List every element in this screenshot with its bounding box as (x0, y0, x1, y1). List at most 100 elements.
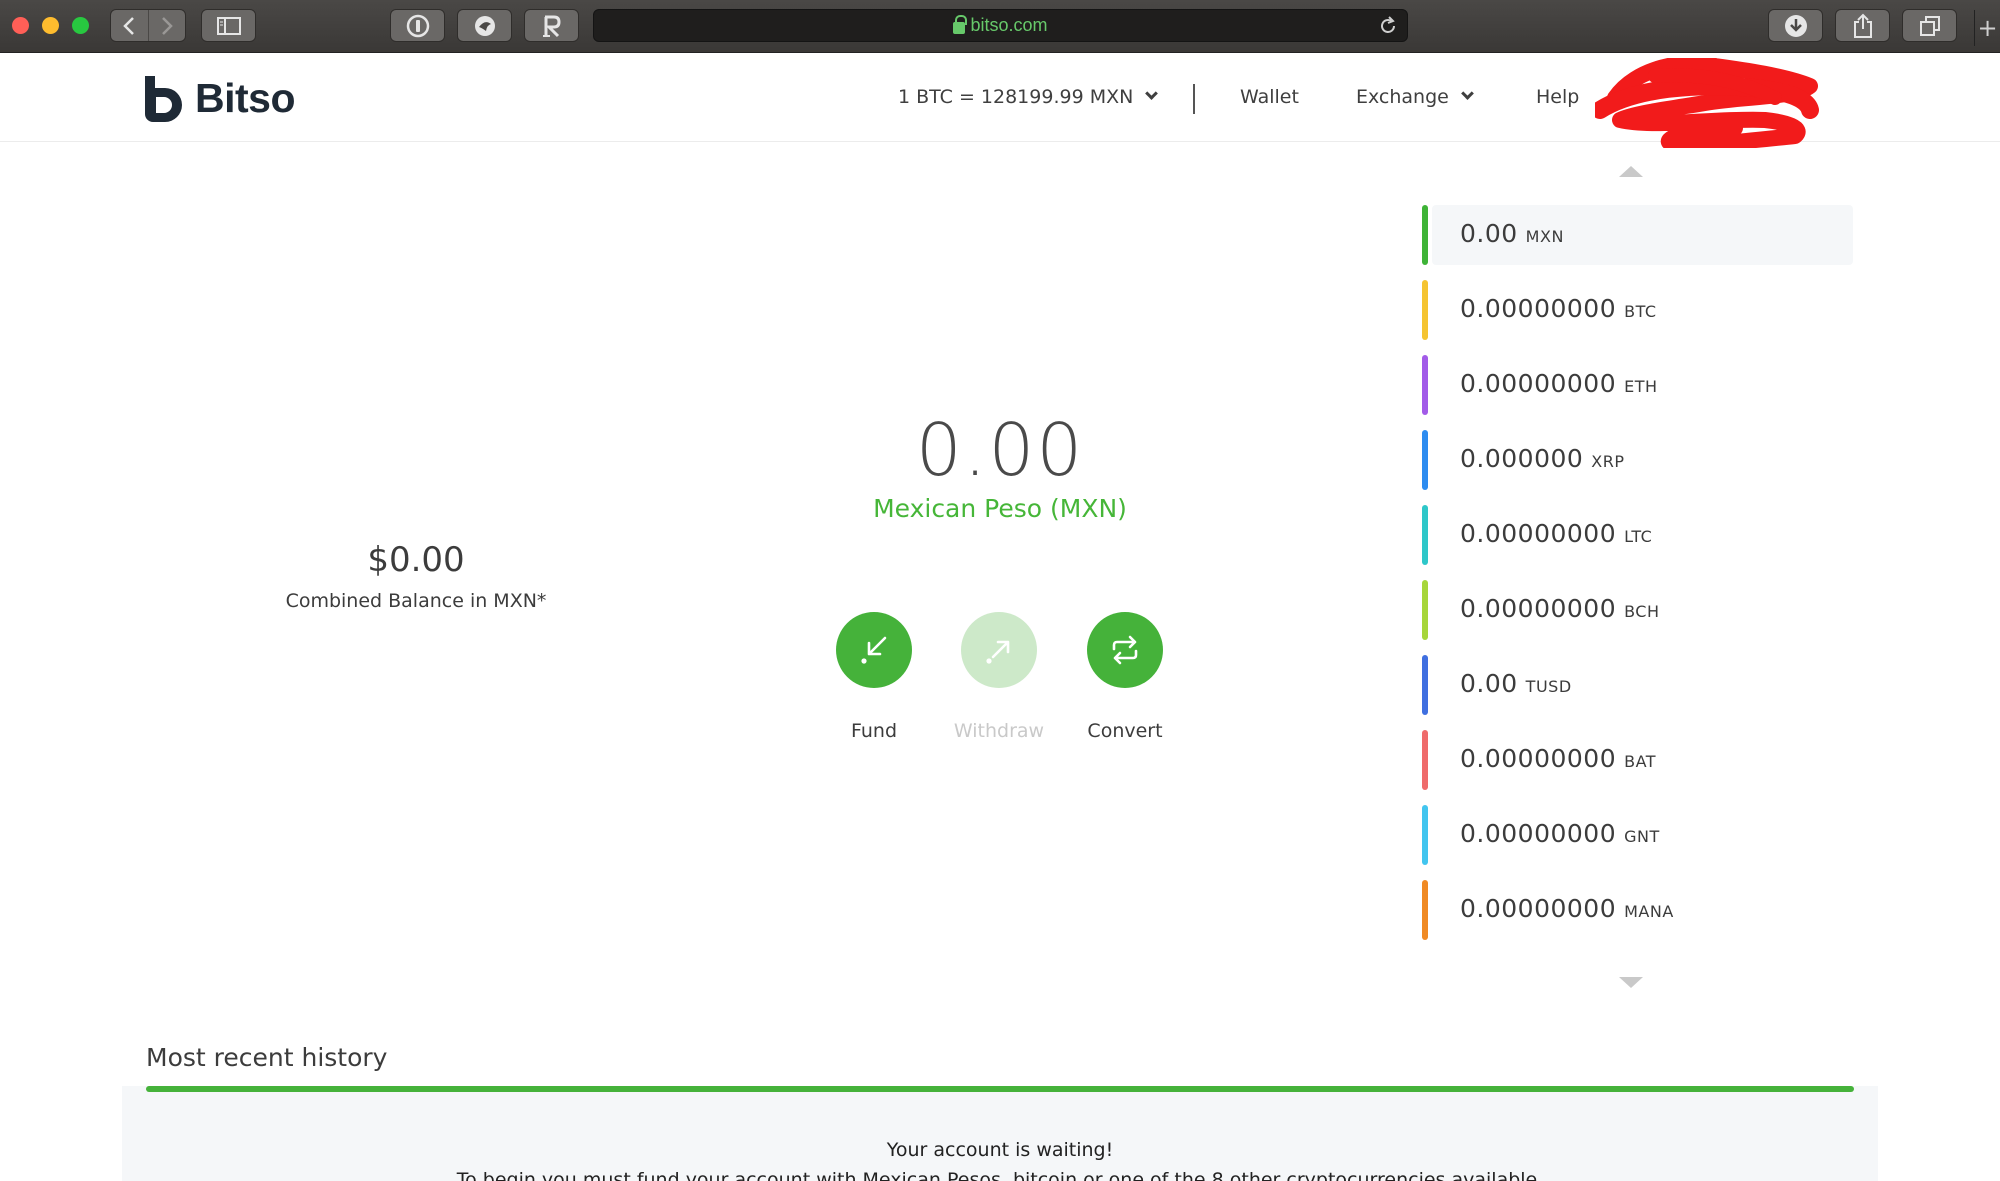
nav-help-label: Help (1536, 86, 1580, 108)
redaction-scribble (1595, 58, 1819, 148)
fund-button[interactable] (836, 612, 912, 688)
sidebar-icon (216, 16, 241, 35)
sidebar-button[interactable] (201, 9, 256, 42)
wallet-item-bat[interactable]: 0.00000000 BAT (1420, 730, 1853, 805)
wallet-item-mana[interactable]: 0.00000000 MANA (1420, 880, 1853, 955)
nav-wallet-label: Wallet (1240, 86, 1299, 108)
wallet-color-bar (1422, 505, 1428, 565)
history-panel: Your account is waiting! To begin you mu… (122, 1086, 1878, 1181)
fund-label: Fund (850, 720, 898, 742)
wallet-amount: 0.000000 (1460, 444, 1584, 473)
zoom-window-button[interactable] (72, 17, 89, 34)
scroll-up-arrow-icon[interactable] (1619, 166, 1643, 177)
arrow-out-icon (986, 640, 1010, 664)
browser-extension-button[interactable] (457, 9, 512, 42)
chevron-down-icon (1145, 86, 1159, 100)
wallet-item-btc[interactable]: 0.00000000 BTC (1420, 280, 1853, 355)
wallet-color-bar (1422, 730, 1428, 790)
combined-balance-amount: $0.00 (367, 540, 465, 580)
wallet-item-ltc[interactable]: 0.00000000 LTC (1420, 505, 1853, 580)
wallet-color-bar (1422, 880, 1428, 940)
wallet-amount: 0.00000000 (1460, 519, 1617, 548)
wallet-list: 0.00 MXN 0.00000000 BTC 0.00000000 ETH 0… (1420, 205, 1853, 955)
wallet-amount: 0.00000000 (1460, 744, 1617, 773)
wallet-color-bar (1422, 430, 1428, 490)
bitso-logo[interactable]: Bitso (143, 75, 296, 122)
lock-icon (953, 14, 968, 34)
wallet-color-bar (1422, 280, 1428, 340)
forward-button[interactable] (147, 10, 185, 41)
close-window-button[interactable] (12, 17, 29, 34)
new-tab-button[interactable]: + (1974, 10, 2000, 46)
withdraw-button[interactable] (961, 612, 1037, 688)
history-nav (110, 9, 186, 42)
wallet-code: ETH (1624, 377, 1658, 396)
wallet-amount: 0.00 (1460, 669, 1518, 698)
wallet-code: LTC (1624, 527, 1653, 546)
convert-button[interactable] (1087, 612, 1163, 688)
downloads-button[interactable] (1768, 9, 1823, 42)
wallet-color-bar (1422, 205, 1428, 265)
wallet-item-mxn[interactable]: 0.00 MXN (1420, 205, 1853, 280)
nav-exchange[interactable]: Exchange (1356, 86, 1474, 108)
tabs-icon (1919, 15, 1940, 36)
browser-toolbar: bitso.com + (0, 0, 2000, 53)
nav-wallet[interactable]: Wallet (1240, 86, 1299, 108)
wallet-color-bar (1422, 580, 1428, 640)
wallet-value: 0.00 TUSD (1460, 669, 1572, 698)
address-bar[interactable]: bitso.com (593, 9, 1408, 42)
reader-extension-button[interactable] (524, 9, 579, 42)
convert-arrows-icon (1112, 635, 1138, 665)
wallet-code: BCH (1624, 602, 1660, 621)
history-empty-message: To begin you must fund your account with… (456, 1169, 1544, 1181)
wallet-color-bar (1422, 655, 1428, 715)
wallet-item-bch[interactable]: 0.00000000 BCH (1420, 580, 1853, 655)
password-extension-button[interactable] (390, 9, 445, 42)
wallet-item-tusd[interactable]: 0.00 TUSD (1420, 655, 1853, 730)
nav-exchange-label: Exchange (1356, 86, 1449, 108)
wallet-color-bar (1422, 805, 1428, 865)
wallet-amount: 0.00 (1460, 219, 1518, 248)
wallet-item-eth[interactable]: 0.00000000 ETH (1420, 355, 1853, 430)
wallet-code: TUSD (1525, 677, 1572, 696)
url-text: bitso.com (970, 15, 1048, 35)
back-button[interactable] (111, 10, 148, 41)
wallet-color-bar (1422, 355, 1428, 415)
nav-help[interactable]: Help (1536, 86, 1579, 108)
history-title: Most recent history (146, 1043, 388, 1072)
wallet-value: 0.00000000 BCH (1460, 594, 1660, 623)
password-manager-icon (406, 14, 429, 37)
wallet-value: 0.00 MXN (1460, 219, 1564, 248)
wallet-value: 0.00000000 LTC (1460, 519, 1652, 548)
history-empty-title: Your account is waiting! (886, 1139, 1114, 1161)
arrow-in-icon (861, 636, 887, 664)
site-header: Bitso 1 BTC = 128199.99 MXN Wallet Excha… (0, 54, 2000, 148)
withdraw-label: Withdraw (953, 720, 1045, 742)
share-button[interactable] (1835, 9, 1890, 42)
nav-divider (1193, 84, 1195, 114)
reload-icon[interactable] (1377, 15, 1399, 37)
minimize-window-button[interactable] (42, 17, 59, 34)
wallet-item-xrp[interactable]: 0.000000 XRP (1420, 430, 1853, 505)
r-extension-icon (542, 15, 561, 37)
wallet-value: 0.00000000 BAT (1460, 744, 1656, 773)
wallet-amount: 0.00000000 (1460, 894, 1617, 923)
wallet-value: 0.000000 XRP (1460, 444, 1625, 473)
wallet-value: 0.00000000 BTC (1460, 294, 1657, 323)
wallet-value: 0.00000000 GNT (1460, 819, 1660, 848)
rate-text: 1 BTC = 128199.99 MXN (898, 86, 1134, 108)
wallet-amount: 0.00000000 (1460, 369, 1617, 398)
history-accent-bar (146, 1086, 1854, 1092)
bitso-logo-icon (145, 75, 182, 122)
wallet-item-gnt[interactable]: 0.00000000 GNT (1420, 805, 1853, 880)
brand-name: Bitso (195, 75, 296, 121)
wallet-value: 0.00000000 MANA (1460, 894, 1674, 923)
wallet-code: GNT (1624, 827, 1660, 846)
wallet-code: MXN (1525, 227, 1564, 246)
rate-dropdown[interactable]: 1 BTC = 128199.99 MXN (898, 86, 1159, 108)
selected-currency-name: Mexican Peso (MXN) (873, 494, 1127, 523)
scroll-down-arrow-icon[interactable] (1619, 977, 1643, 988)
tabs-overview-button[interactable] (1902, 9, 1957, 42)
wallet-code: XRP (1591, 452, 1625, 471)
wallet-code: BTC (1624, 302, 1657, 321)
